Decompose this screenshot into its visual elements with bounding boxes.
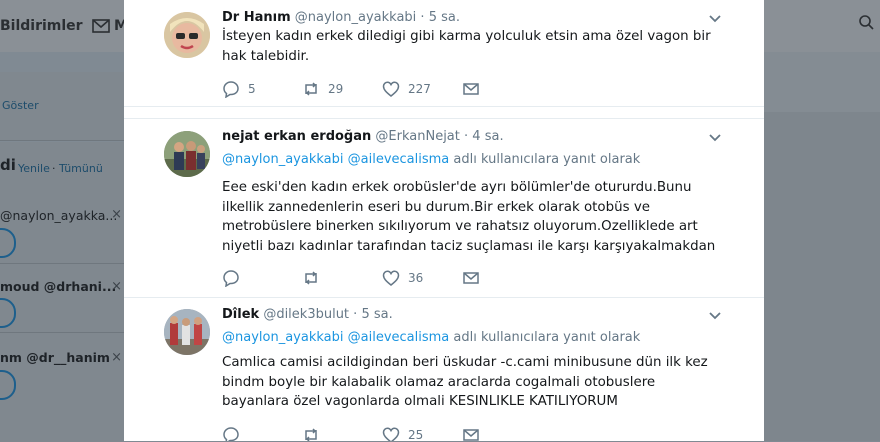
like-button[interactable]: 36	[382, 268, 423, 288]
chevron-down-icon[interactable]	[708, 131, 722, 145]
reply-context: @naylon_ayakkabi @ailevecalisma adlı kul…	[222, 330, 640, 345]
avatar[interactable]	[164, 309, 210, 355]
heart-icon	[382, 427, 400, 441]
display-name[interactable]: Dîlek	[222, 307, 259, 322]
chevron-down-icon[interactable]	[708, 309, 722, 323]
tweet-actions: 36	[222, 268, 522, 288]
user-handle[interactable]: @naylon_ayakkabi	[295, 10, 417, 25]
mention-link[interactable]: @ailevecalisma	[348, 152, 450, 167]
reply-count: 5	[248, 82, 256, 96]
reply-icon	[223, 81, 239, 98]
envelope-icon	[463, 429, 479, 441]
direct-message-button[interactable]	[462, 425, 480, 441]
suggestion-name[interactable]: nm @dr__hanim	[0, 350, 110, 365]
follow-button[interactable]	[0, 298, 16, 328]
avatar[interactable]	[164, 131, 210, 177]
follow-button[interactable]	[0, 370, 16, 400]
mention-link[interactable]: @naylon_ayakkabi	[222, 152, 344, 167]
suggestion-name[interactable]: moud @drhani...	[0, 279, 116, 294]
like-count: 227	[408, 82, 431, 96]
avatar[interactable]	[164, 12, 210, 58]
search-icon[interactable]	[858, 14, 874, 30]
divider	[0, 332, 124, 333]
tweet-item[interactable]: Dr Hanım @naylon_ayakkabi · 5 sa. İsteye…	[124, 0, 764, 107]
suggestion-name[interactable]: @naylon_ayakka...	[0, 208, 117, 223]
envelope-icon	[463, 272, 479, 284]
display-name[interactable]: nejat erkan erdoğan	[222, 129, 371, 144]
show-link[interactable]: Göster	[2, 99, 39, 112]
like-button[interactable]: 227	[382, 79, 431, 99]
reply-icon	[223, 270, 239, 287]
tweet-text: Eee eski'den kadın erkek orobüsler'de ay…	[222, 180, 716, 254]
messages-icon[interactable]	[92, 19, 110, 33]
user-handle[interactable]: @ErkanNejat	[375, 129, 459, 144]
reply-button[interactable]	[222, 268, 248, 288]
replies-modal: Dr Hanım @naylon_ayakkabi · 5 sa. İsteye…	[124, 0, 764, 441]
refresh-link[interactable]: Yenile	[18, 162, 50, 175]
like-count: 36	[408, 271, 424, 285]
like-count: 25	[408, 428, 424, 441]
separator: ·	[353, 307, 358, 322]
retweet-icon	[305, 271, 317, 285]
tweet-item[interactable]: nejat erkan erdoğan @ErkanNejat · 4 sa. …	[124, 118, 764, 298]
reply-context-text: adlı kullanıcılara yanıt olarak	[453, 152, 641, 167]
timestamp[interactable]: 4 sa.	[472, 129, 503, 144]
dismiss-icon[interactable]: ×	[111, 350, 122, 365]
tweet-item[interactable]: Dîlek @dilek3bulut · 5 sa. @naylon_ayakk…	[124, 297, 764, 441]
separator: ·	[420, 10, 425, 25]
follow-button[interactable]	[0, 228, 16, 258]
reply-button[interactable]: 5	[222, 79, 256, 99]
user-handle[interactable]: @dilek3bulut	[263, 307, 349, 322]
tweet-text: Camlica camisi acildigindan beri üskudar…	[222, 355, 708, 409]
mention-link[interactable]: @naylon_ayakkabi	[222, 330, 344, 345]
retweet-count: 29	[328, 82, 344, 96]
reply-context-text: adlı kullanıcılara yanıt olarak	[453, 330, 641, 345]
reply-context: @naylon_ayakkabi @ailevecalisma adlı kul…	[222, 152, 640, 167]
profile-card-fragment: Göster	[0, 72, 124, 141]
tweet-header: Dîlek @dilek3bulut · 5 sa.	[222, 307, 393, 322]
heart-icon	[382, 270, 400, 286]
mention-link[interactable]: @ailevecalisma	[348, 330, 450, 345]
display-name[interactable]: Dr Hanım	[222, 10, 291, 25]
timestamp[interactable]: 5 sa.	[429, 10, 460, 25]
divider	[0, 263, 124, 264]
envelope-icon	[463, 83, 479, 95]
heart-icon	[382, 81, 400, 97]
tweet-actions: 25	[222, 425, 522, 441]
tweet-header: Dr Hanım @naylon_ayakkabi · 5 sa.	[222, 10, 460, 25]
retweet-button[interactable]	[302, 425, 328, 441]
tweet-text: İsteyen kadın erkek diledigi gibi karma …	[222, 29, 711, 64]
background-right-card	[764, 52, 880, 112]
retweet-icon	[305, 82, 317, 96]
dot-separator: ·	[52, 162, 56, 175]
nav-notifications-label[interactable]: Bildirimler	[0, 18, 83, 34]
tweet-header: nejat erkan erdoğan @ErkanNejat · 4 sa.	[222, 129, 504, 144]
retweet-button[interactable]	[302, 268, 328, 288]
reply-icon	[223, 427, 239, 441]
retweet-button[interactable]: 29	[302, 79, 343, 99]
chevron-down-icon[interactable]	[708, 12, 722, 26]
dismiss-icon[interactable]: ×	[111, 279, 122, 294]
who-to-follow-card: di Yenile · Tümünü @naylon_ayakka... × m…	[0, 142, 124, 442]
retweet-icon	[305, 428, 317, 441]
direct-message-button[interactable]	[462, 268, 480, 288]
background-left-panel: Göster di Yenile · Tümünü @naylon_ayakka…	[0, 52, 124, 442]
all-link[interactable]: Tümünü	[59, 162, 103, 175]
tweet-actions: 5 29 227	[222, 79, 522, 99]
direct-message-button[interactable]	[462, 79, 480, 99]
reply-button[interactable]	[222, 425, 248, 441]
dismiss-icon[interactable]: ×	[111, 207, 122, 222]
like-button[interactable]: 25	[382, 425, 423, 441]
separator: ·	[464, 129, 469, 144]
who-to-follow-title: di	[0, 156, 16, 174]
timestamp[interactable]: 5 sa.	[361, 307, 392, 322]
